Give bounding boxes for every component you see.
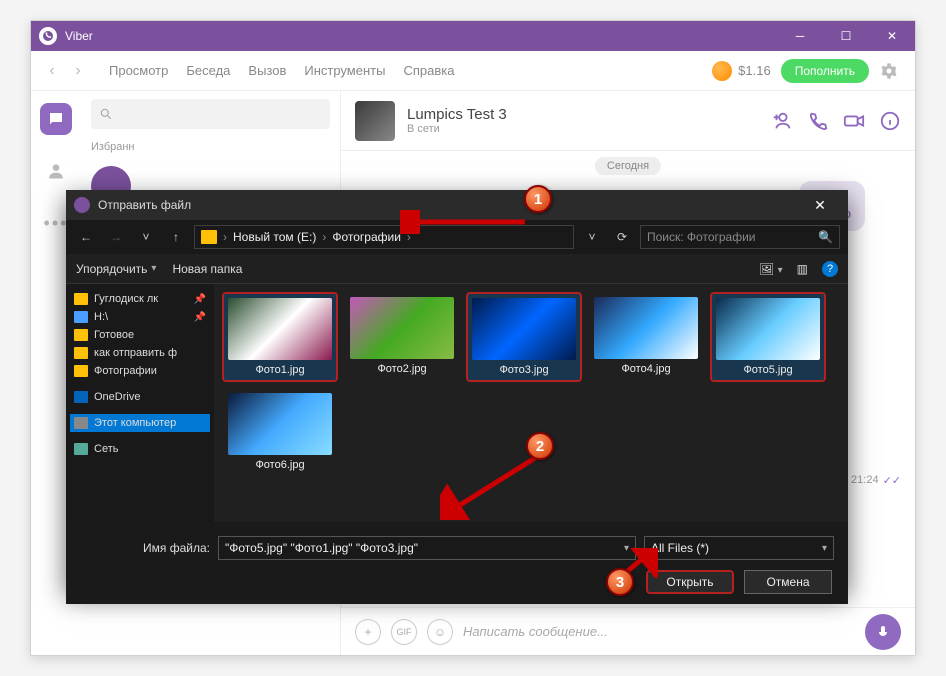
tree-item-thispc[interactable]: Этот компьютер: [70, 414, 210, 432]
viber-logo-icon: [39, 27, 57, 45]
video-call-icon[interactable]: [843, 110, 865, 132]
file-type-filter[interactable]: All Files (*)▾: [644, 536, 834, 560]
nav-back-icon[interactable]: ‹: [39, 58, 65, 84]
chat-name: Lumpics Test 3: [407, 106, 507, 123]
file-item[interactable]: Фото4.jpg: [588, 292, 704, 382]
tree-item[interactable]: как отправить ф: [70, 344, 210, 362]
file-label: Фото4.jpg: [621, 363, 670, 375]
nav-up-icon[interactable]: ↑: [164, 225, 188, 249]
tree-item-network[interactable]: Сеть: [70, 440, 210, 458]
contacts-tab-icon[interactable]: [40, 155, 72, 187]
annotation-arrow-1: [400, 210, 530, 234]
thumbnail: [716, 298, 820, 360]
search-placeholder: Поиск: Фотографии: [647, 230, 756, 244]
voice-call-icon[interactable]: [807, 110, 829, 132]
thumbnail: [594, 297, 698, 359]
annotation-arrow-2: [440, 450, 540, 520]
refresh-icon[interactable]: ⟳: [610, 225, 634, 249]
annotation-marker-2: 2: [526, 432, 554, 460]
help-icon[interactable]: ?: [822, 261, 838, 277]
gear-icon[interactable]: [879, 61, 899, 81]
nav-back-icon[interactable]: ←: [74, 225, 98, 249]
info-icon[interactable]: [879, 110, 901, 132]
file-item[interactable]: Фото2.jpg: [344, 292, 460, 382]
chat-avatar: [355, 101, 395, 141]
menu-call[interactable]: Вызов: [248, 63, 286, 78]
file-item[interactable]: Фото3.jpg: [466, 292, 582, 382]
file-label: Фото2.jpg: [377, 363, 426, 375]
search-icon: 🔍: [818, 230, 833, 244]
thumbnail: [350, 297, 454, 359]
tree-item[interactable]: Гуглодиск лк📌: [70, 290, 210, 308]
chats-tab-icon[interactable]: [40, 103, 72, 135]
menu-chat[interactable]: Беседа: [186, 63, 230, 78]
favorites-label: Избранн: [81, 137, 340, 157]
file-label: Фото6.jpg: [255, 459, 304, 471]
thumbnail: [228, 298, 332, 360]
file-label: Фото1.jpg: [255, 364, 304, 376]
file-label: Фото3.jpg: [499, 364, 548, 376]
dropdown-icon[interactable]: ˅: [580, 225, 604, 249]
attach-button[interactable]: +: [355, 619, 381, 645]
message-time: 21:24 ✓✓: [851, 361, 901, 599]
preview-pane-icon[interactable]: ▥: [797, 262, 808, 276]
file-item[interactable]: Фото1.jpg: [222, 292, 338, 382]
file-open-dialog: Отправить файл ✕ ← → ˅ ↑ › Новый том (E:…: [66, 190, 848, 590]
cancel-button[interactable]: Отмена: [744, 570, 832, 594]
filename-input[interactable]: "Фото5.jpg" "Фото1.jpg" "Фото3.jpg"▾: [218, 536, 636, 560]
breadcrumb[interactable]: Фотографии: [332, 230, 401, 244]
minimize-button[interactable]: ─: [777, 21, 823, 51]
folder-tree: Гуглодиск лк📌 H:\📌 Готовое как отправить…: [66, 284, 214, 522]
menu-view[interactable]: Просмотр: [109, 63, 168, 78]
orange-icon: [712, 61, 732, 81]
thumbnail: [472, 298, 576, 360]
annotation-marker-1: 1: [524, 185, 552, 213]
view-icon[interactable]: 🖼 ▾: [759, 262, 783, 276]
file-label: Фото5.jpg: [743, 364, 792, 376]
nav-forward-icon[interactable]: ›: [65, 58, 91, 84]
tree-item[interactable]: Фотографии: [70, 362, 210, 380]
composer: + GIF ☺ Написать сообщение...: [341, 607, 915, 655]
chat-header: Lumpics Test 3 В сети: [341, 91, 915, 151]
thumbnail: [228, 393, 332, 455]
new-folder-button[interactable]: Новая папка: [172, 262, 242, 276]
add-contact-icon[interactable]: [771, 110, 793, 132]
window-title: Viber: [65, 29, 777, 43]
menu-tools[interactable]: Инструменты: [304, 63, 385, 78]
search-input[interactable]: [91, 99, 330, 129]
tree-item-onedrive[interactable]: OneDrive: [70, 388, 210, 406]
organize-button[interactable]: Упорядочить▾: [76, 262, 156, 276]
balance-amount: $1.16: [738, 63, 771, 78]
open-button[interactable]: Открыть: [646, 570, 734, 594]
maximize-button[interactable]: ☐: [823, 21, 869, 51]
filename-label: Имя файла:: [80, 541, 210, 555]
balance[interactable]: $1.16: [712, 61, 771, 81]
dialog-close-button[interactable]: ✕: [800, 197, 840, 214]
close-button[interactable]: ✕: [869, 21, 915, 51]
message-input[interactable]: Написать сообщение...: [463, 624, 855, 639]
nav-forward-icon[interactable]: →: [104, 225, 128, 249]
mic-button[interactable]: [865, 614, 901, 650]
sticker-button[interactable]: ☺: [427, 619, 453, 645]
annotation-marker-3: 3: [606, 568, 634, 596]
viber-icon: [74, 197, 90, 213]
folder-icon: [201, 230, 217, 244]
gif-button[interactable]: GIF: [391, 619, 417, 645]
file-item[interactable]: Фото5.jpg: [710, 292, 826, 382]
date-separator: Сегодня: [595, 157, 661, 175]
file-item[interactable]: Фото6.jpg: [222, 388, 338, 476]
tree-item[interactable]: Готовое: [70, 326, 210, 344]
dialog-footer: Имя файла: "Фото5.jpg" "Фото1.jpg" "Фото…: [66, 522, 848, 604]
breadcrumb[interactable]: Новый том (E:): [233, 230, 316, 244]
topup-button[interactable]: Пополнить: [781, 59, 869, 83]
tree-item[interactable]: H:\📌: [70, 308, 210, 326]
menubar: ‹ › Просмотр Беседа Вызов Инструменты Сп…: [31, 51, 915, 91]
read-checks-icon: ✓✓: [883, 474, 901, 487]
chat-status: В сети: [407, 123, 507, 135]
titlebar: Viber ─ ☐ ✕: [31, 21, 915, 51]
nav-up-icon[interactable]: ˅: [134, 225, 158, 249]
search-input[interactable]: Поиск: Фотографии 🔍: [640, 225, 840, 249]
menu-help[interactable]: Справка: [403, 63, 454, 78]
dialog-toolbar: Упорядочить▾ Новая папка 🖼 ▾ ▥ ?: [66, 254, 848, 284]
